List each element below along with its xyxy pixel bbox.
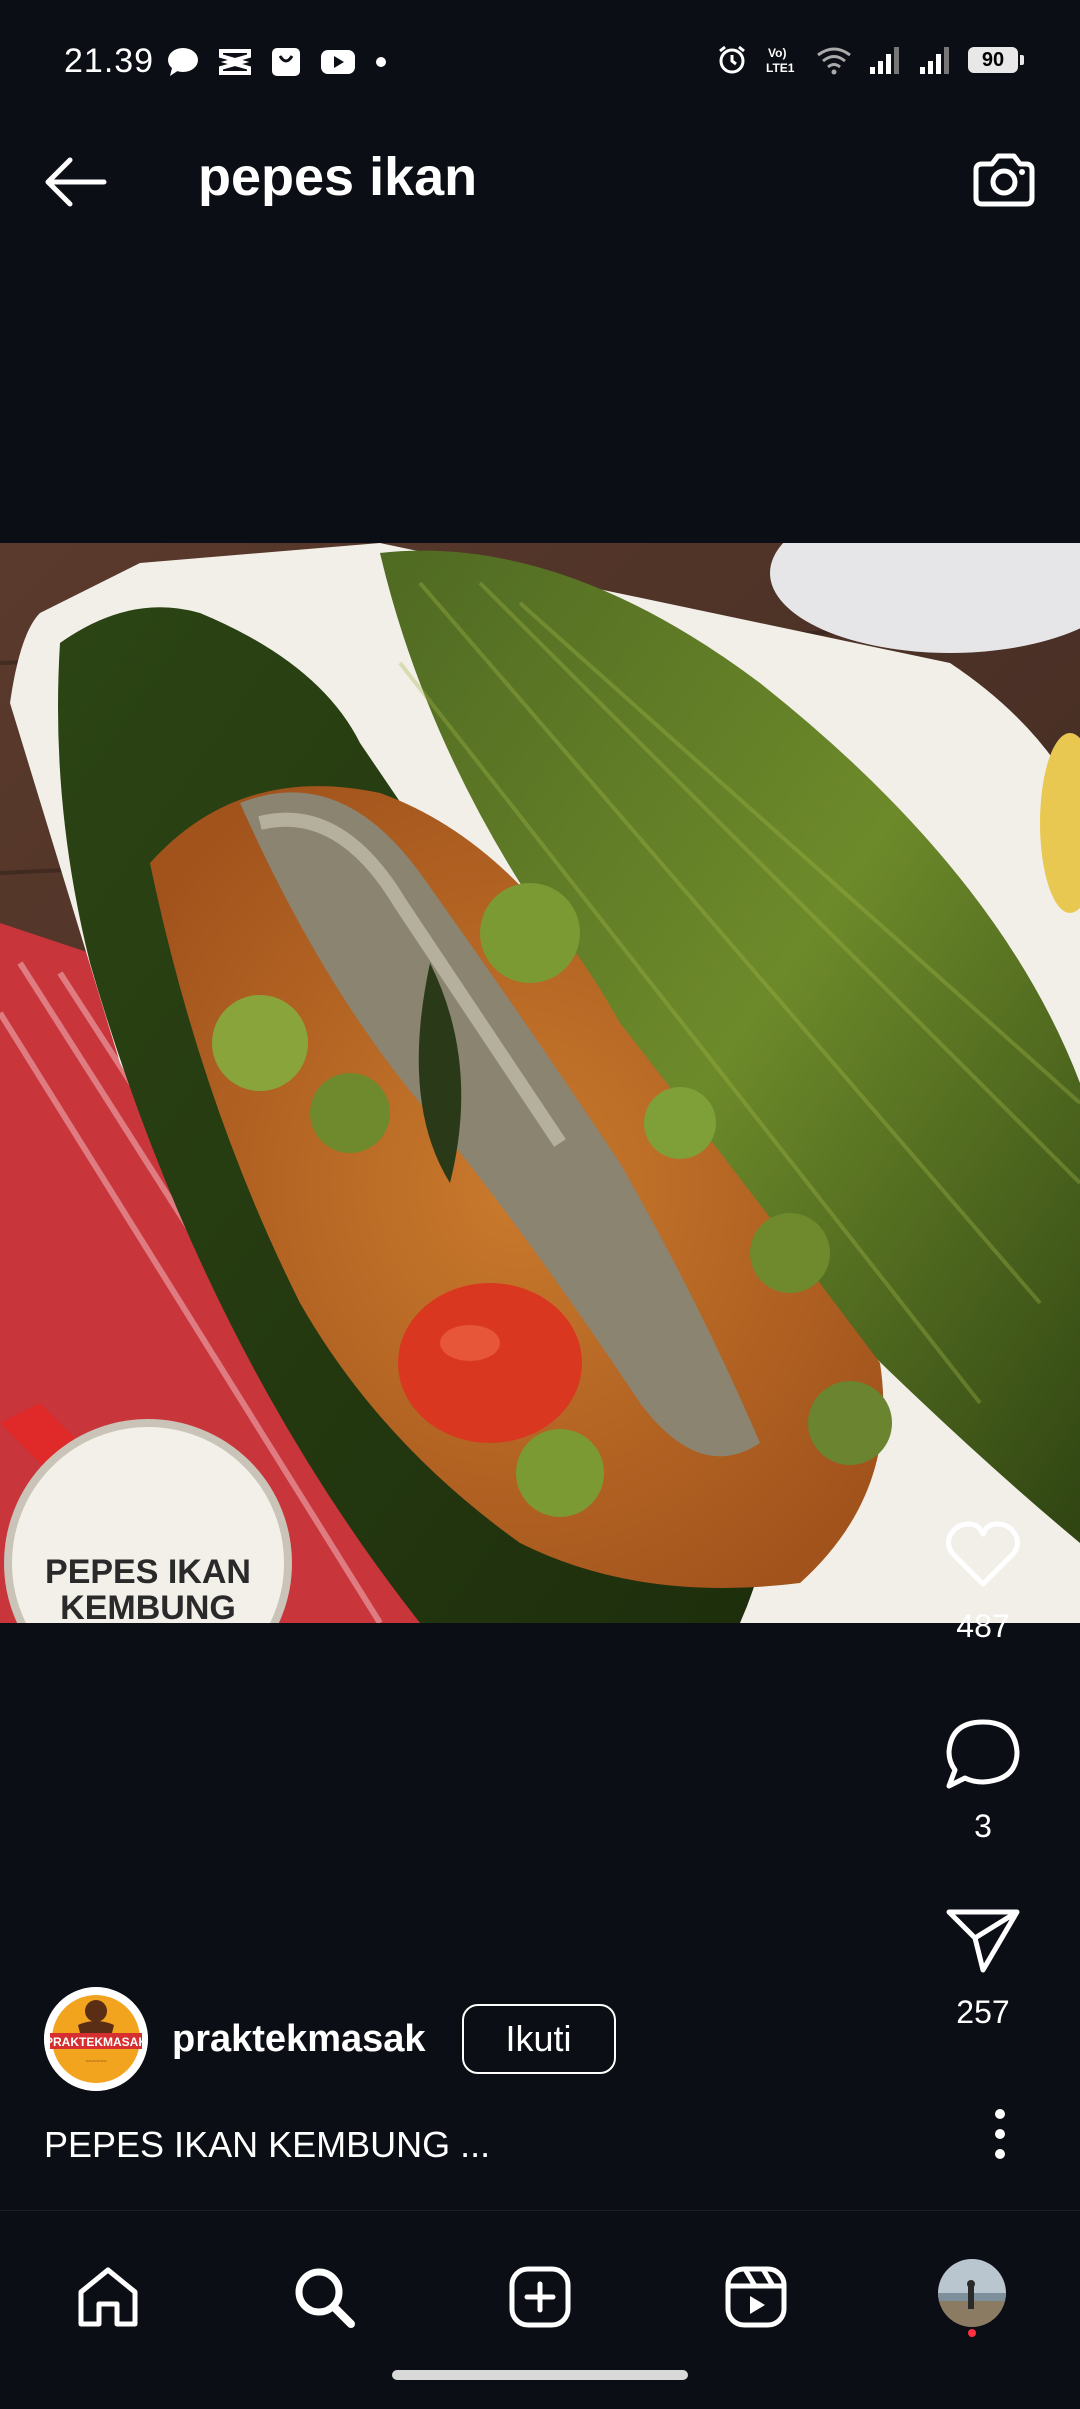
- camera-button[interactable]: [968, 144, 1040, 216]
- nav-reels[interactable]: [706, 2247, 806, 2347]
- send-icon[interactable]: [943, 1906, 1023, 1976]
- home-icon: [78, 2267, 138, 2327]
- status-time: 21.39: [64, 42, 155, 80]
- share-count: 257: [956, 1994, 1010, 2030]
- like-count: 487: [956, 1608, 1010, 1644]
- like-action: 487: [906, 1520, 1060, 1645]
- youtube-icon: [321, 50, 355, 74]
- nav-create[interactable]: [490, 2247, 590, 2347]
- comment-action: 3: [906, 1716, 1060, 1845]
- system-icons: Vo) LTE1 90: [716, 44, 1024, 76]
- arrow-left-icon: [45, 157, 107, 207]
- comment-count: 3: [974, 1808, 992, 1844]
- back-button[interactable]: [40, 152, 110, 212]
- shopping-bag-icon: [272, 48, 300, 76]
- battery-indicator: 90: [968, 47, 1024, 73]
- nav-search[interactable]: [274, 2247, 374, 2347]
- dot-icon: [376, 57, 386, 67]
- svg-text:Vo): Vo): [768, 46, 786, 60]
- notification-dot: [968, 2329, 976, 2337]
- signal-icon: [870, 47, 899, 74]
- top-bar: pepes ikan: [0, 120, 1080, 240]
- comment-icon[interactable]: [943, 1716, 1023, 1790]
- post-caption[interactable]: PEPES IKAN KEMBUNG ...: [44, 2124, 490, 2166]
- add-post-icon: [509, 2266, 571, 2328]
- notification-icons: [166, 46, 388, 78]
- page-title: pepes ikan: [198, 147, 478, 207]
- post-image[interactable]: PEPES IKAN KEMBUNG: [0, 543, 1080, 1623]
- capcut-icon: [219, 49, 251, 75]
- author-username[interactable]: praktekmasak: [172, 2018, 426, 2061]
- home-indicator[interactable]: [392, 2370, 688, 2380]
- nav-home[interactable]: [58, 2247, 158, 2347]
- overlay-text-2: KEMBUNG: [60, 1589, 236, 1623]
- status-bar: 21.39 Vo) LTE1 90: [0, 0, 1080, 100]
- praktekmasak-logo: PRAKTEKMASAK ~~~~~~: [44, 1987, 148, 2091]
- volte-icon: Vo)LTE1: [766, 46, 795, 75]
- profile-avatar: [938, 2259, 1006, 2337]
- svg-text:LTE1: LTE1: [766, 61, 795, 75]
- message-icon: [168, 48, 198, 76]
- wifi-icon: [817, 47, 851, 75]
- post-author: PRAKTEKMASAK ~~~~~~ praktekmasak Ikuti: [44, 1984, 616, 2094]
- search-icon: [295, 2268, 355, 2328]
- heart-icon[interactable]: [943, 1520, 1023, 1590]
- author-avatar[interactable]: PRAKTEKMASAK ~~~~~~: [44, 1987, 148, 2091]
- camera-icon: [973, 153, 1035, 207]
- alarm-icon: [719, 45, 745, 74]
- food-photo: PEPES IKAN KEMBUNG: [0, 543, 1080, 1623]
- svg-text:~~~~~~: ~~~~~~: [85, 2059, 107, 2065]
- signal-icon: [920, 47, 949, 74]
- overlay-text-1: PEPES IKAN: [45, 1553, 251, 1591]
- nav-profile[interactable]: [922, 2247, 1022, 2347]
- follow-button[interactable]: Ikuti: [461, 2004, 616, 2074]
- reels-icon: [725, 2266, 787, 2328]
- share-action: 257: [906, 1906, 1060, 2031]
- avatar-text: PRAKTEKMASAK: [45, 2035, 147, 2049]
- more-options-button[interactable]: [960, 2104, 1040, 2164]
- more-vertical-icon: [995, 2109, 1005, 2159]
